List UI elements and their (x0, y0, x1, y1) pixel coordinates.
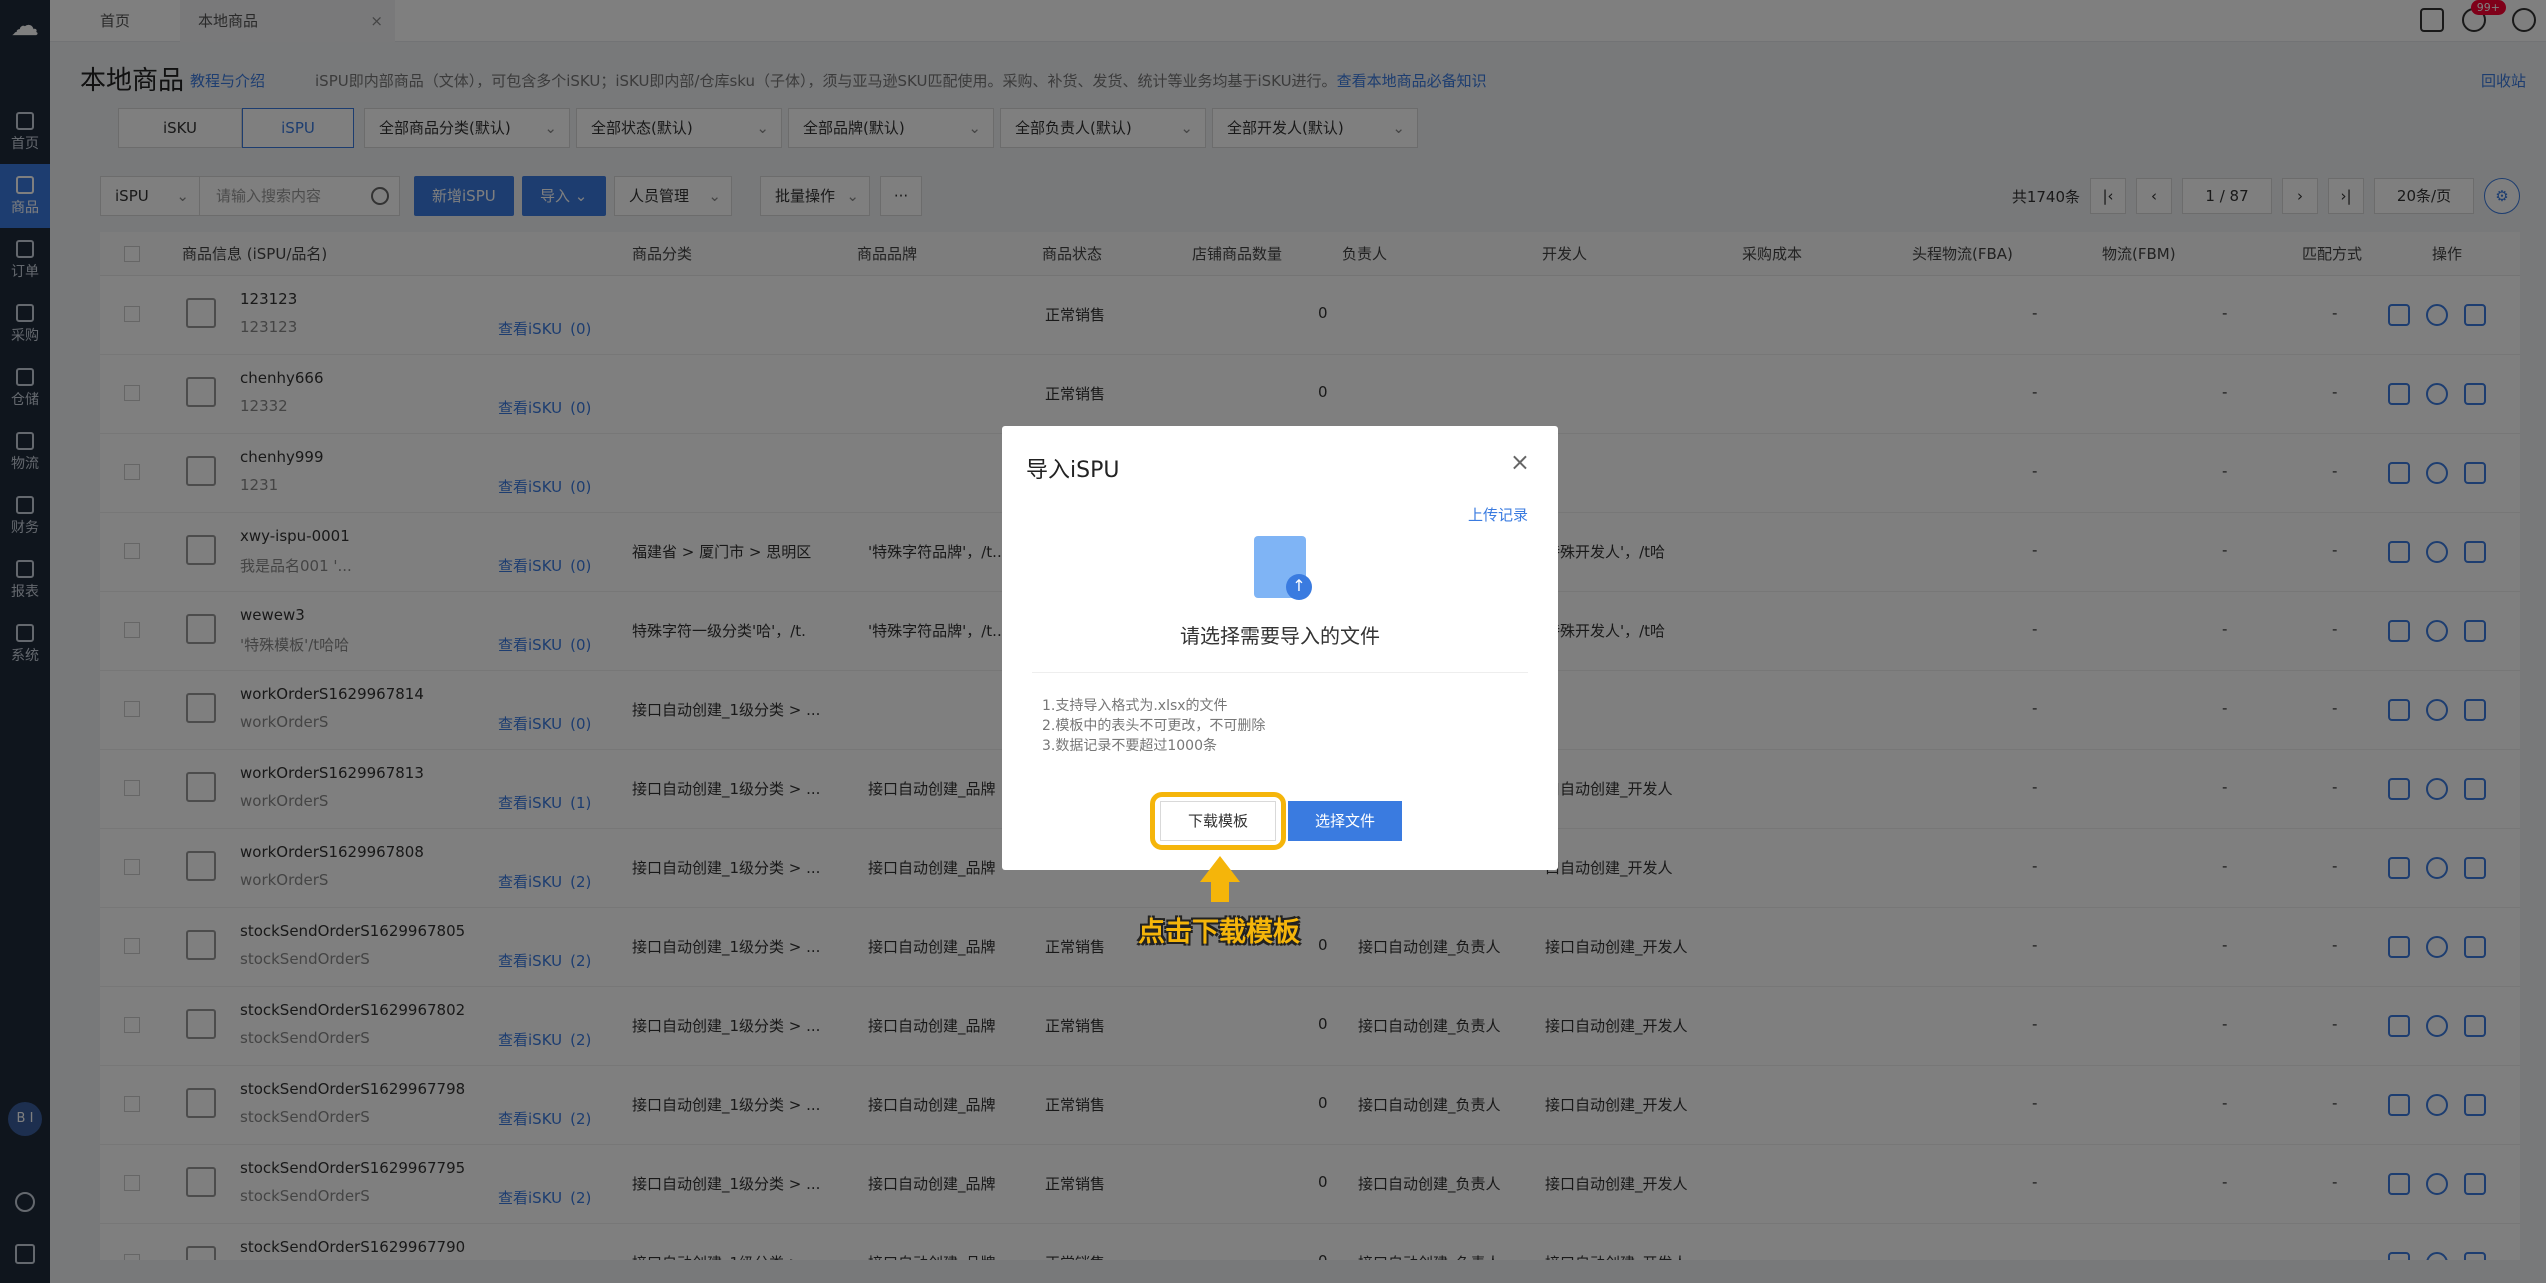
divider (1032, 672, 1528, 673)
select-file-prompt: 请选择需要导入的文件 (1180, 624, 1380, 648)
note-item: 3.数据记录不要超过1000条 (1042, 738, 1217, 754)
note-item: 2.模板中的表头不可更改，不可删除 (1042, 718, 1266, 734)
select-file-button[interactable]: 选择文件 (1288, 801, 1402, 841)
upload-arrow-icon: ↑ (1286, 574, 1312, 600)
annotation-tip: 点击下载模板 (1138, 917, 1300, 948)
download-template-button[interactable]: 下载模板 (1160, 801, 1276, 841)
arrow-stem (1211, 880, 1229, 902)
import-notes: 1.支持导入格式为.xlsx的文件 2.模板中的表头不可更改，不可删除 3.数据… (1042, 696, 1265, 756)
note-item: 1.支持导入格式为.xlsx的文件 (1042, 698, 1228, 714)
upload-record-link[interactable]: 上传记录 (1468, 504, 1528, 525)
dialog-title: 导入iSPU (1026, 458, 1120, 483)
close-icon[interactable]: × (1510, 448, 1530, 476)
arrow-up-icon (1200, 856, 1240, 882)
import-ispu-dialog: 导入iSPU × 上传记录 ↑ 请选择需要导入的文件 1.支持导入格式为.xls… (1002, 426, 1558, 870)
